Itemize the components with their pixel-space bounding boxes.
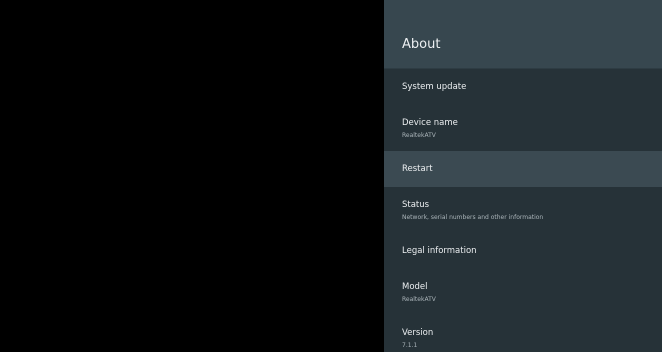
menu-item-subtitle: 7.1.1 [402, 341, 418, 349]
menu-item-subtitle: RealtekATV [402, 131, 436, 139]
menu-item-title: Legal information [402, 246, 477, 256]
menu-item-subtitle: Network, serial numbers and other inform… [402, 213, 544, 221]
settings-side-panel: About System update Device name RealtekA… [384, 0, 662, 352]
menu-item-title: System update [402, 82, 467, 92]
panel-title: About [402, 37, 441, 52]
menu-item-system-update[interactable]: System update [384, 69, 662, 105]
panel-header: About [384, 0, 662, 69]
menu-item-device-name[interactable]: Device name RealtekATV [384, 105, 662, 151]
menu-item-title: Device name [402, 117, 458, 128]
menu-item-status[interactable]: Status Network, serial numbers and other… [384, 187, 662, 233]
menu-item-model[interactable]: Model RealtekATV [384, 269, 662, 315]
menu-item-legal-information[interactable]: Legal information [384, 233, 662, 269]
menu-item-title: Model [402, 281, 428, 292]
menu-item-title: Restart [402, 164, 433, 174]
tv-screen: About System update Device name RealtekA… [0, 0, 662, 352]
menu-item-title: Version [402, 327, 434, 338]
menu-item-version[interactable]: Version 7.1.1 [384, 315, 662, 352]
menu-item-subtitle: RealtekATV [402, 295, 436, 303]
about-menu: System update Device name RealtekATV Res… [384, 69, 662, 352]
menu-item-title: Status [402, 199, 430, 210]
background-content-area [0, 0, 384, 352]
menu-item-restart[interactable]: Restart [384, 151, 662, 187]
